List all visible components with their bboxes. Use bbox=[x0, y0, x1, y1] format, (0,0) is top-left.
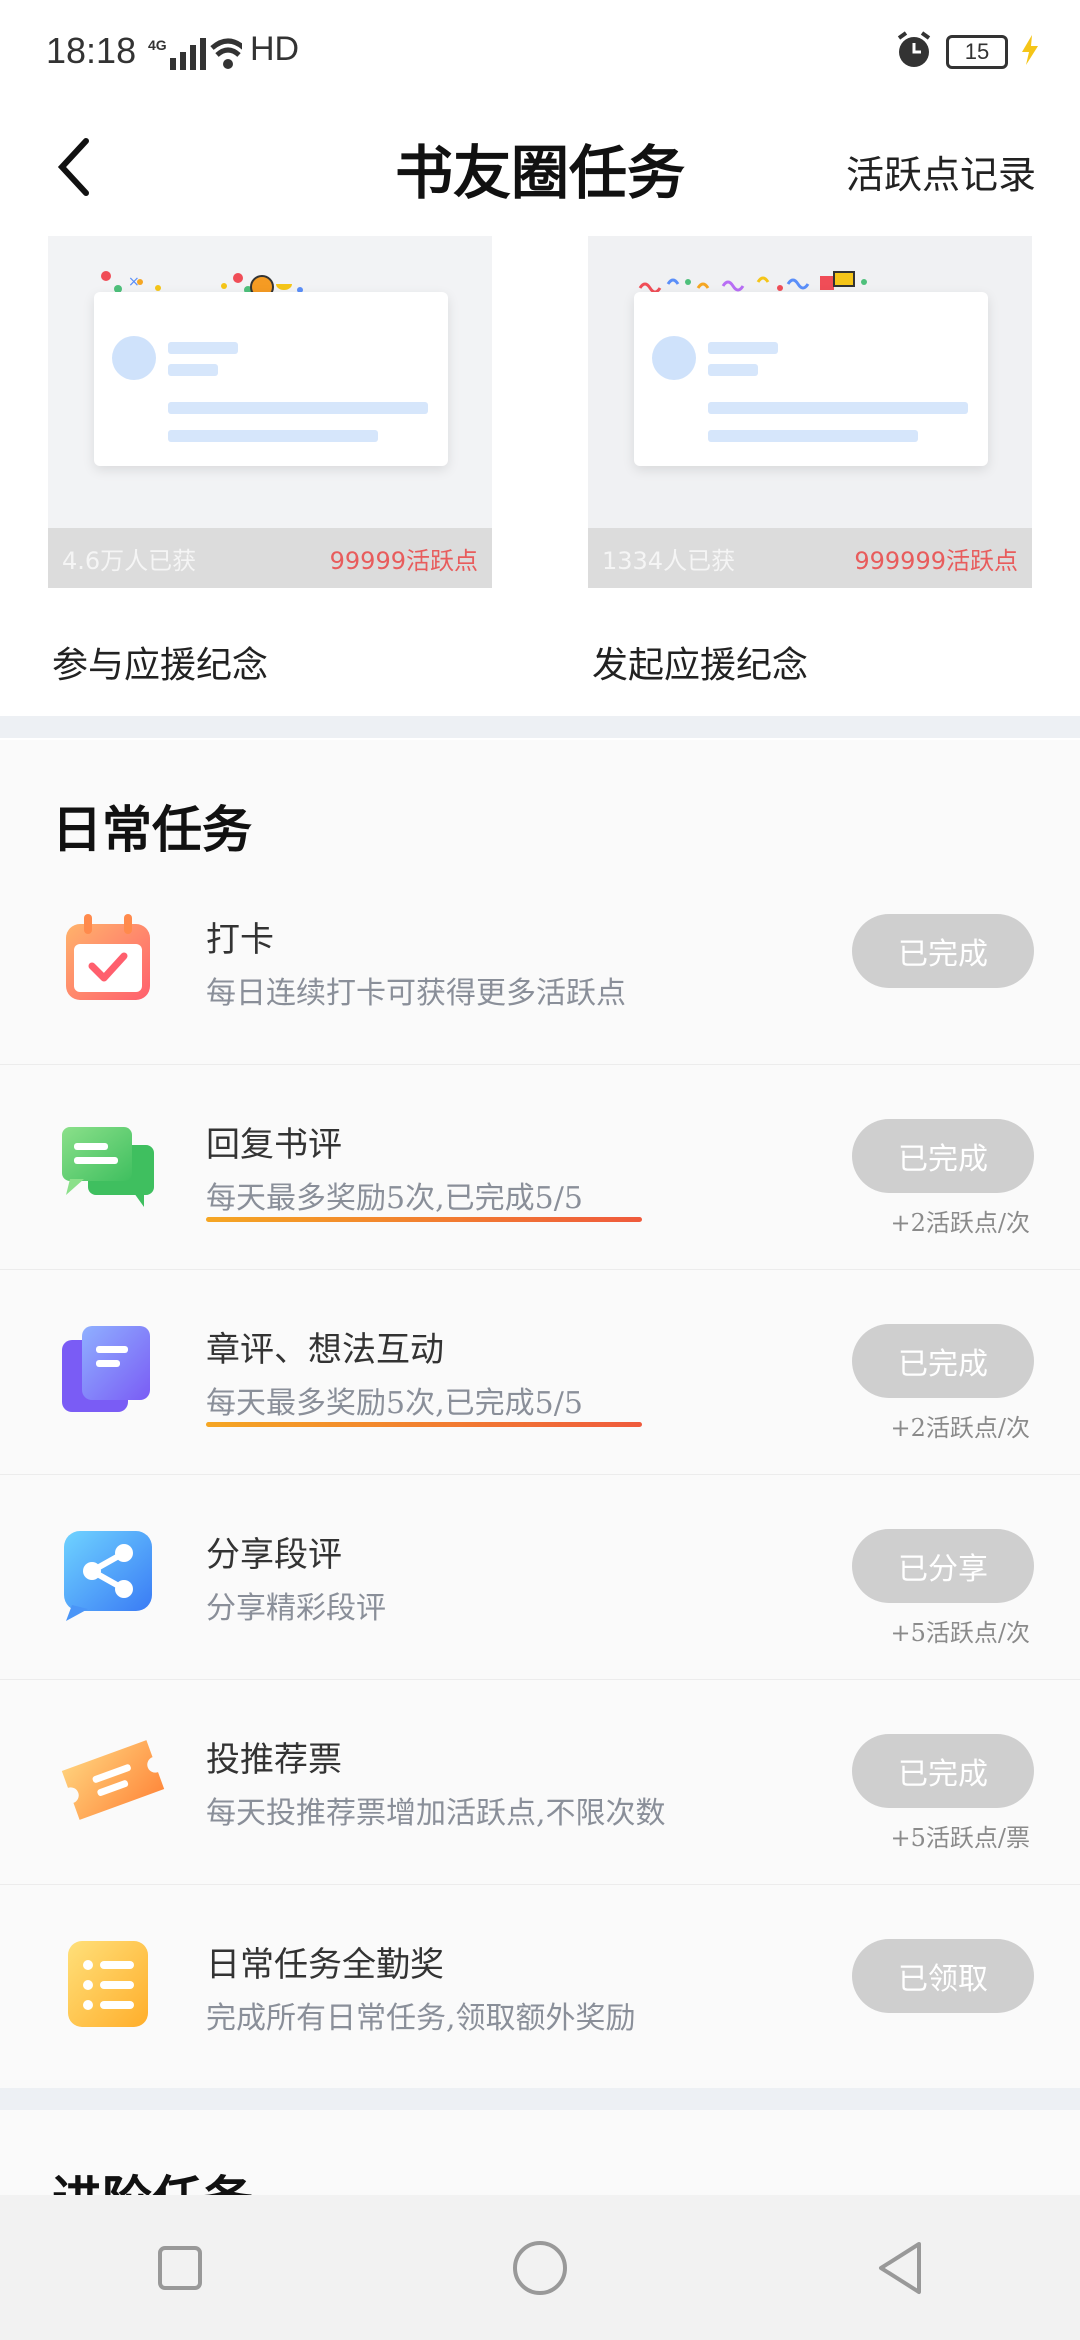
battery-icon: 15 bbox=[946, 35, 1008, 69]
post-preview bbox=[94, 292, 448, 466]
hd-indicator: HD bbox=[250, 30, 300, 68]
section-title: 日常任务 bbox=[52, 800, 252, 859]
task-description: 分享精彩段评 bbox=[206, 1591, 386, 1626]
activity-record-link[interactable]: 活跃点记录 bbox=[846, 144, 1036, 199]
avatar-placeholder bbox=[112, 336, 156, 380]
status-bar: 18:18 4G HD 15 bbox=[0, 0, 1080, 110]
alarm-icon bbox=[894, 30, 934, 74]
task-points: +5活跃点/次 bbox=[890, 1619, 1030, 1647]
task-description: 每天投推荐票增加活跃点,不限次数 bbox=[206, 1796, 666, 1831]
card-footer: 4.6万人已获 99999活跃点 bbox=[48, 528, 492, 588]
section-divider bbox=[0, 2088, 1080, 2110]
task-description: 每日连续打卡可获得更多活跃点 bbox=[206, 976, 626, 1011]
task-title: 打卡 bbox=[206, 920, 274, 960]
task-row-reply-review: 回复书评 每天最多奖励5次,已完成5/5 已完成 +2活跃点/次 bbox=[0, 1065, 1080, 1270]
section-divider bbox=[0, 716, 1080, 738]
task-row-chapter-interaction: 章评、想法互动 每天最多奖励5次,已完成5/5 已完成 +2活跃点/次 bbox=[0, 1270, 1080, 1475]
task-title: 章评、想法互动 bbox=[206, 1330, 444, 1370]
daily-tasks-section: 日常任务 打卡 每日连续打卡可获得更多活跃点 已完成 回复书评 每天最多奖励5次… bbox=[0, 740, 1080, 2088]
progress-underline bbox=[206, 1422, 642, 1427]
task-status-button[interactable]: 已分享 bbox=[852, 1529, 1034, 1603]
avatar-placeholder bbox=[652, 336, 696, 380]
card-points: 99999活跃点 bbox=[329, 546, 478, 575]
network-type: 4G bbox=[148, 37, 167, 53]
support-card-join[interactable]: × 4.6万人已获 99999活跃点 bbox=[48, 236, 492, 588]
checklist-icon bbox=[58, 1935, 158, 2035]
support-card-launch[interactable]: 1334人已获 999999活跃点 bbox=[588, 236, 1032, 588]
task-row-full-attendance: 日常任务全勤奖 完成所有日常任务,领取额外奖励 已领取 bbox=[0, 1885, 1080, 2090]
card-label-launch: 发起应援纪念 bbox=[592, 645, 809, 686]
task-status-button[interactable]: 已完成 bbox=[852, 1734, 1034, 1808]
card-label-join: 参与应援纪念 bbox=[52, 645, 269, 686]
card-count: 1334人已获 bbox=[602, 546, 736, 575]
task-points: +2活跃点/次 bbox=[890, 1209, 1030, 1237]
task-row-share-comment: 分享段评 分享精彩段评 已分享 +5活跃点/次 bbox=[0, 1475, 1080, 1680]
task-row-recommend-vote: 投推荐票 每天投推荐票增加活跃点,不限次数 已完成 +5活跃点/票 bbox=[0, 1680, 1080, 1885]
task-title: 分享段评 bbox=[206, 1535, 342, 1575]
task-row-checkin: 打卡 每日连续打卡可获得更多活跃点 已完成 bbox=[0, 860, 1080, 1065]
card-count: 4.6万人已获 bbox=[62, 546, 197, 575]
task-description: 每天最多奖励5次,已完成5/5 bbox=[206, 1386, 583, 1421]
task-title: 日常任务全勤奖 bbox=[206, 1945, 444, 1985]
triangle-back-icon bbox=[879, 2241, 921, 2294]
signal-icon: 4G bbox=[148, 34, 246, 78]
post-preview bbox=[634, 292, 988, 466]
home-button[interactable] bbox=[495, 2223, 585, 2313]
back-nav-button[interactable] bbox=[855, 2223, 945, 2313]
chat-bubbles-icon bbox=[58, 1115, 158, 1215]
task-description: 完成所有日常任务,领取额外奖励 bbox=[206, 2001, 636, 2036]
progress-underline bbox=[206, 1217, 642, 1222]
header: 书友圈任务 活跃点记录 bbox=[0, 110, 1080, 230]
ticket-icon bbox=[58, 1730, 165, 1830]
card-points: 999999活跃点 bbox=[854, 546, 1018, 575]
task-status-button[interactable]: 已完成 bbox=[852, 1119, 1034, 1193]
document-stack-icon bbox=[58, 1320, 158, 1420]
recent-apps-button[interactable] bbox=[135, 2223, 225, 2313]
task-title: 回复书评 bbox=[206, 1125, 342, 1165]
task-description: 每天最多奖励5次,已完成5/5 bbox=[206, 1181, 583, 1216]
status-time: 18:18 bbox=[46, 30, 137, 71]
share-icon bbox=[58, 1525, 158, 1625]
task-status-button[interactable]: 已完成 bbox=[852, 914, 1034, 988]
task-title: 投推荐票 bbox=[206, 1740, 342, 1780]
task-status-button[interactable]: 已完成 bbox=[852, 1324, 1034, 1398]
task-status-button[interactable]: 已领取 bbox=[852, 1939, 1034, 2013]
square-icon bbox=[158, 2245, 202, 2290]
calendar-check-icon bbox=[58, 910, 158, 1010]
circle-icon bbox=[513, 2240, 567, 2295]
support-cards: × 4.6万人已获 99999活跃点 参与应援纪念 1334人已获 999999… bbox=[0, 236, 1080, 716]
card-footer: 1334人已获 999999活跃点 bbox=[588, 528, 1032, 588]
charging-icon bbox=[1020, 35, 1040, 69]
task-points: +2活跃点/次 bbox=[890, 1414, 1030, 1442]
system-nav-bar bbox=[0, 2195, 1080, 2340]
task-points: +5活跃点/票 bbox=[890, 1824, 1030, 1852]
